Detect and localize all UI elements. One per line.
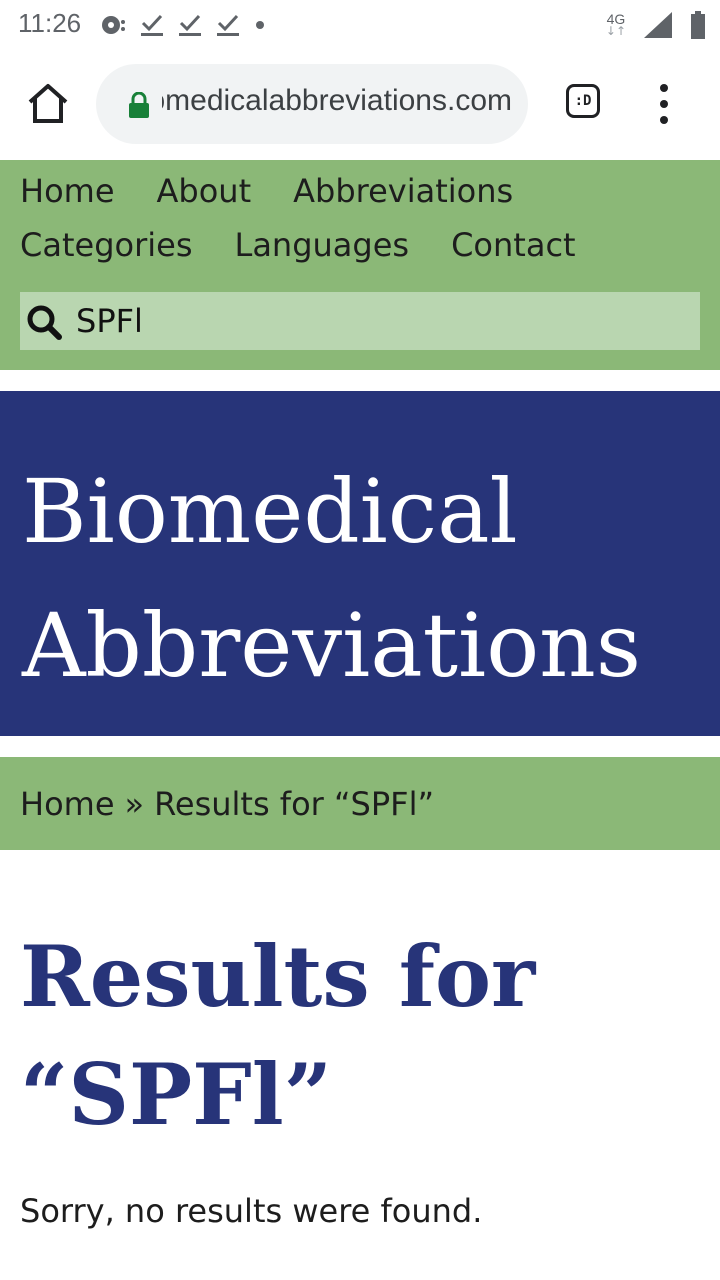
more-notifications-dot-icon bbox=[256, 21, 264, 29]
status-time: 11:26 bbox=[18, 8, 82, 38]
nav-link-abbreviations[interactable]: Abbreviations bbox=[293, 172, 513, 210]
address-bar[interactable]: biomedicalabbreviations.com bbox=[96, 64, 528, 144]
site-title-line: Biomedical bbox=[22, 460, 518, 563]
signal-strength-icon bbox=[644, 12, 672, 38]
page-title: Results for “SPFl” bbox=[20, 918, 700, 1154]
lock-icon bbox=[129, 92, 149, 118]
nav-link-home[interactable]: Home bbox=[20, 172, 115, 210]
download-done-icon bbox=[179, 14, 201, 36]
site-navigation: Home About Abbreviations Categories Lang… bbox=[0, 160, 720, 370]
sync-notification-icon bbox=[102, 16, 125, 34]
search-field[interactable]: SPFl bbox=[20, 292, 700, 350]
site-title[interactable]: Biomedical Abbreviations bbox=[22, 445, 641, 713]
browser-toolbar: biomedicalabbreviations.com :D bbox=[0, 50, 720, 160]
nav-row: Categories Languages Contact bbox=[20, 226, 576, 264]
menu-dot bbox=[660, 84, 668, 92]
breadcrumb-trail: Home» Results for “SPFl” bbox=[20, 785, 434, 823]
nav-link-contact[interactable]: Contact bbox=[451, 226, 576, 264]
site-title-line: Abbreviations bbox=[22, 594, 642, 697]
download-done-icon bbox=[141, 14, 163, 36]
browser-menu-button[interactable] bbox=[650, 84, 678, 124]
page-title-line: “SPFl” bbox=[20, 1045, 333, 1144]
page-title-line: Results for bbox=[20, 927, 536, 1026]
breadcrumb-separator: » bbox=[124, 785, 145, 823]
url-text[interactable]: biomedicalabbreviations.com bbox=[162, 84, 512, 118]
menu-dot bbox=[660, 116, 668, 124]
network-type-indicator: 4G ↓↑ bbox=[605, 12, 626, 38]
nav-row: Home About Abbreviations bbox=[20, 172, 513, 210]
nav-link-about[interactable]: About bbox=[157, 172, 252, 210]
status-bar: 11:26 4G ↓↑ bbox=[0, 0, 720, 50]
home-icon[interactable] bbox=[24, 80, 72, 128]
notification-icons bbox=[100, 10, 266, 40]
site-banner: Biomedical Abbreviations bbox=[0, 391, 720, 736]
search-input[interactable]: SPFl bbox=[76, 302, 143, 340]
menu-dot bbox=[660, 100, 668, 108]
breadcrumb-current: Results for “SPFl” bbox=[154, 785, 435, 823]
download-done-icon bbox=[217, 14, 239, 36]
battery-icon bbox=[691, 11, 705, 39]
nav-link-categories[interactable]: Categories bbox=[20, 226, 192, 264]
no-results-message: Sorry, no results were found. bbox=[20, 1192, 483, 1230]
breadcrumb: Home» Results for “SPFl” bbox=[0, 757, 720, 850]
system-status-icons: 4G ↓↑ bbox=[606, 8, 706, 42]
breadcrumb-home-link[interactable]: Home bbox=[20, 785, 115, 823]
data-arrows-icon: ↓↑ bbox=[605, 24, 626, 38]
search-icon[interactable] bbox=[26, 304, 62, 340]
tab-switcher-button[interactable]: :D bbox=[566, 84, 600, 118]
nav-link-languages[interactable]: Languages bbox=[234, 226, 409, 264]
